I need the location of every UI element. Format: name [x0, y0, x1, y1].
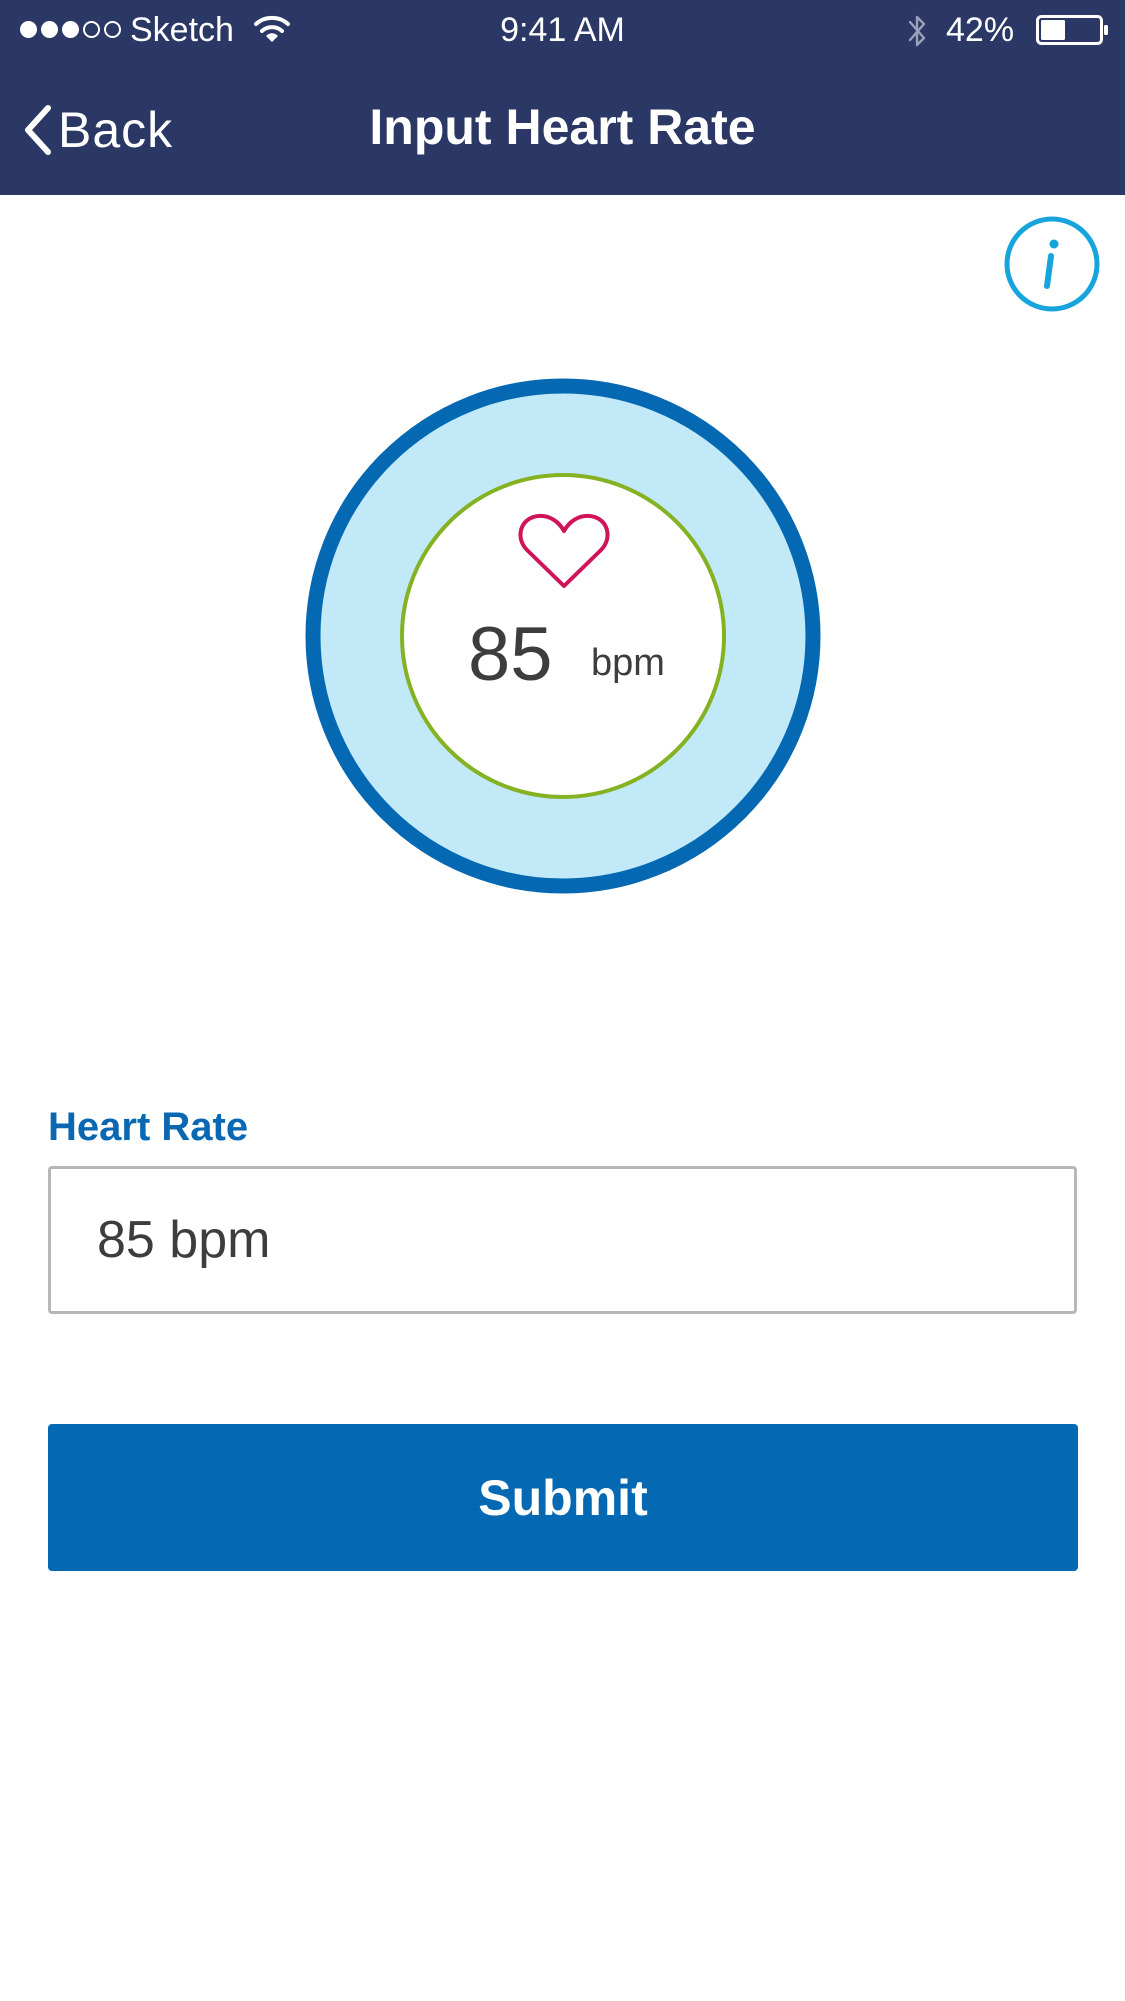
- battery-percentage: 42%: [946, 11, 1015, 49]
- input-heart-rate-screen: Sketch 9:41 AM 42% Back Input Heart Rate…: [0, 0, 1125, 2001]
- submit-button[interactable]: Submit: [48, 1424, 1078, 1571]
- bluetooth-icon: [908, 15, 926, 47]
- heart-icon: [518, 513, 610, 588]
- status-bar: Sketch 9:41 AM 42%: [0, 0, 1125, 60]
- heart-rate-input[interactable]: [48, 1166, 1077, 1314]
- battery-icon: [1036, 15, 1108, 45]
- info-icon[interactable]: [1004, 216, 1100, 312]
- page-title: Input Heart Rate: [369, 99, 756, 155]
- gauge-unit: bpm: [591, 642, 665, 684]
- header: Sketch 9:41 AM 42% Back Input Heart Rate: [0, 0, 1125, 195]
- navigation-bar: Back Input Heart Rate: [0, 60, 1125, 195]
- gauge-value: 85: [468, 612, 553, 697]
- heart-rate-label: Heart Rate: [48, 1105, 249, 1149]
- heart-rate-gauge: [305, 378, 821, 894]
